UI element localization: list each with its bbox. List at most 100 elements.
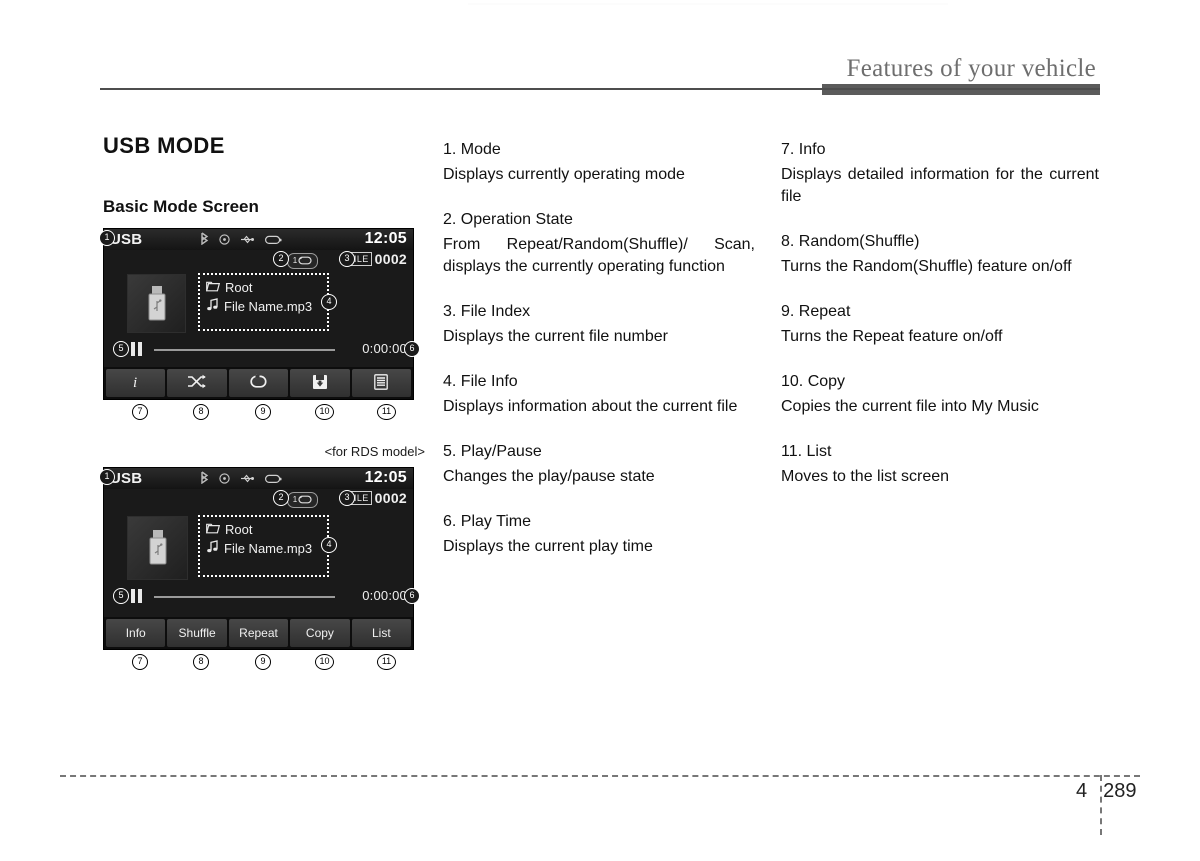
repeat-icon — [298, 491, 312, 509]
repeat-button[interactable] — [228, 369, 289, 397]
list-button[interactable] — [351, 369, 412, 397]
callout-11: 11 — [377, 654, 396, 670]
file-name: File Name.mp3 — [224, 298, 313, 314]
battery-icon — [265, 232, 282, 250]
callout-11: 11 — [377, 404, 396, 420]
legend-desc: Copies the current file into My Music — [781, 398, 1039, 415]
screen-mock-icons: USB 12:05 1 FILE 0002 Root File Name.mp3… — [99, 228, 433, 420]
legend-entry: 4. File Info Displays information about … — [443, 371, 755, 418]
legend-entry: 3. File Index Displays the current file … — [443, 301, 755, 348]
file-number: 0002 — [374, 490, 407, 506]
status-bar: USB 12:05 — [104, 468, 413, 489]
legend-desc: Displays detailed information for the cu… — [781, 166, 1099, 205]
legend-title: 10. Copy — [781, 373, 846, 390]
folder-icon — [205, 280, 221, 295]
operation-state-badge: 1 — [287, 253, 318, 269]
footer-rule — [60, 775, 1140, 777]
legend-title: 9. Repeat — [781, 303, 851, 320]
info-button[interactable]: Info — [106, 619, 166, 647]
pause-bar-left — [131, 342, 135, 356]
shuffle-button[interactable] — [167, 369, 227, 397]
play-time: 0:00:00 — [362, 588, 407, 603]
copy-button[interactable]: Copy — [290, 619, 350, 647]
file-line: File Name.mp3 — [206, 298, 327, 314]
status-icon-group — [200, 232, 282, 250]
folder-line: Root — [205, 280, 327, 295]
repeat-icon — [249, 374, 268, 392]
page-number: 4 289 — [1076, 780, 1137, 803]
list-icon — [374, 373, 389, 393]
list-button[interactable]: List — [351, 619, 412, 647]
folder-name: Root — [225, 280, 253, 295]
legend-desc: Displays information about the current f… — [443, 398, 738, 415]
progress-bar[interactable] — [154, 349, 335, 351]
legend-title: 8. Random(Shuffle) — [781, 233, 920, 250]
usb-icon — [240, 471, 255, 489]
folder-name: Root — [225, 522, 253, 537]
screen-mock-rds: <for RDS model> USB 12:05 1 FILE 0002 Ro… — [99, 444, 433, 670]
rds-caption: <for RDS model> — [324, 444, 425, 459]
page-header: Features of your vehicle — [100, 55, 1100, 95]
callout-6: 6 — [404, 588, 420, 604]
top-faint-rule — [468, 3, 948, 5]
callout-2: 2 — [273, 490, 289, 506]
pause-bar-left — [131, 589, 135, 603]
legend-entry: 8. Random(Shuffle) Turns the Random(Shuf… — [781, 231, 1099, 278]
legend-entry: 1. Mode Displays currently operating mod… — [443, 139, 755, 186]
info-icon: i — [131, 373, 140, 394]
shuffle-button[interactable]: Shuffle — [167, 619, 227, 647]
file-info-box: Root File Name.mp3 — [198, 273, 329, 331]
callout-9: 9 — [255, 404, 271, 420]
play-time: 0:00:00 — [362, 341, 407, 356]
callout-9: 9 — [255, 654, 271, 670]
legend-title: 5. Play/Pause — [443, 443, 542, 460]
callout-7: 7 — [132, 404, 148, 420]
progress-bar[interactable] — [154, 596, 335, 598]
legend-desc: Displays currently operating mode — [443, 166, 685, 183]
file-name: File Name.mp3 — [224, 540, 313, 556]
status-bar: USB 12:05 — [104, 229, 413, 250]
operation-state-number: 1 — [292, 256, 298, 265]
callout-2: 2 — [273, 251, 289, 267]
callout-3: 3 — [339, 251, 355, 267]
album-art — [127, 516, 188, 580]
pause-icon[interactable] — [131, 589, 142, 603]
legend-desc: Turns the Repeat feature on/off — [781, 328, 1003, 345]
callout-3: 3 — [339, 490, 355, 506]
chapter-number: 4 — [1076, 780, 1088, 802]
disc-icon — [219, 471, 230, 489]
clock: 12:05 — [364, 230, 407, 247]
state-row: 1 FILE 0002 — [104, 251, 413, 271]
section-title: USB MODE — [103, 133, 225, 158]
right-column: 7. Info Displays detailed information fo… — [781, 139, 1099, 511]
middle-column: 1. Mode Displays currently operating mod… — [443, 139, 755, 581]
repeat-button[interactable]: Repeat — [228, 619, 289, 647]
folder-line: Root — [205, 522, 327, 537]
legend-entry: 7. Info Displays detailed information fo… — [781, 139, 1099, 208]
progress-row: 0:00:00 — [104, 586, 413, 608]
callout-10: 10 — [315, 404, 334, 420]
legend-desc: From Repeat/Random(Shuffle)/ Scan, displ… — [443, 236, 755, 275]
usb-stick-icon — [148, 285, 165, 320]
callout-5: 5 — [113, 341, 129, 357]
pause-bar-right — [138, 342, 142, 356]
copy-button[interactable] — [290, 369, 350, 397]
callout-10: 10 — [315, 654, 334, 670]
legend-title: 11. List — [781, 443, 832, 460]
repeat-icon — [298, 252, 312, 270]
callout-1: 1 — [99, 230, 115, 246]
left-column: USB MODE Basic Mode Screen USB 12:05 1 F… — [99, 133, 433, 670]
legend-entry: 5. Play/Pause Changes the play/pause sta… — [443, 441, 755, 488]
usb-icon — [240, 232, 255, 250]
info-button[interactable]: i — [106, 369, 166, 397]
clock: 12:05 — [364, 469, 407, 486]
folder-icon — [205, 522, 221, 537]
battery-icon — [265, 471, 282, 489]
bluetooth-icon — [200, 232, 209, 250]
file-info-box: Root File Name.mp3 — [198, 515, 329, 577]
pause-icon[interactable] — [131, 342, 142, 356]
copy-icon — [312, 374, 328, 393]
legend-entry: 10. Copy Copies the current file into My… — [781, 371, 1099, 418]
callout-4: 4 — [321, 294, 337, 310]
legend-title: 2. Operation State — [443, 211, 573, 228]
